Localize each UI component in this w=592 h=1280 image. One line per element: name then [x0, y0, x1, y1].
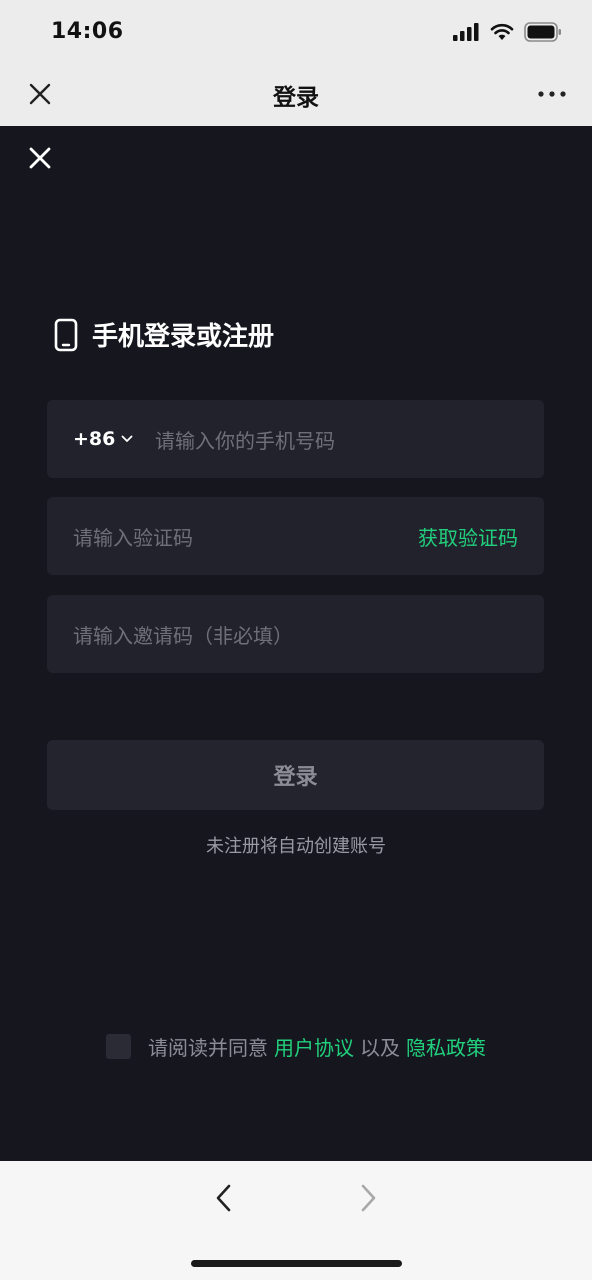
user-agreement-link[interactable]: 用户协议 — [274, 1032, 354, 1061]
close-icon[interactable] — [28, 146, 52, 170]
home-indicator — [191, 1260, 402, 1267]
invite-code-field: 请输入邀请码（非必填） — [47, 595, 544, 673]
wifi-icon — [490, 23, 514, 40]
top-bar: 14:06 登录 — [0, 0, 592, 126]
back-arrow-icon[interactable] — [212, 1183, 236, 1213]
status-icons — [453, 22, 562, 42]
forward-arrow-icon[interactable] — [356, 1183, 380, 1213]
phone-input[interactable]: 请输入你的手机号码 — [155, 425, 335, 454]
agreement-prefix: 请阅读并同意 — [148, 1036, 268, 1060]
phone-icon — [54, 318, 78, 351]
more-icon[interactable] — [538, 88, 566, 100]
invite-input[interactable]: 请输入邀请码（非必填） — [73, 620, 293, 649]
login-button[interactable]: 登录 — [47, 740, 544, 810]
status-time: 14:06 — [51, 19, 124, 44]
agreement-and: 以及 — [360, 1036, 400, 1060]
country-code-selector[interactable]: +86 — [73, 428, 155, 450]
page-title: 手机登录或注册 — [54, 316, 274, 353]
country-code: +86 — [73, 428, 116, 450]
code-input[interactable]: 请输入验证码 — [73, 522, 193, 551]
agreement-checkbox[interactable] — [106, 1034, 131, 1059]
get-code-button[interactable]: 获取验证码 — [418, 522, 518, 551]
signal-icon — [453, 23, 479, 41]
login-page: 手机登录或注册 +86 请输入你的手机号码 请输入验证码 获取验证码 请输入邀请… — [0, 126, 592, 1161]
agreement-row: 请阅读并同意 用户协议 以及 隐私政策 — [106, 1032, 492, 1061]
chevron-down-icon — [121, 435, 133, 442]
heading-text: 手机登录或注册 — [92, 322, 275, 352]
battery-icon — [524, 22, 561, 42]
phone-field: +86 请输入你的手机号码 — [47, 400, 544, 478]
auto-register-hint: 未注册将自动创建账号 — [206, 836, 386, 857]
nav-title: 登录 — [273, 85, 319, 111]
privacy-policy-link[interactable]: 隐私政策 — [406, 1032, 486, 1061]
browser-toolbar — [0, 1161, 592, 1280]
verification-code-field: 请输入验证码 获取验证码 — [47, 497, 544, 575]
